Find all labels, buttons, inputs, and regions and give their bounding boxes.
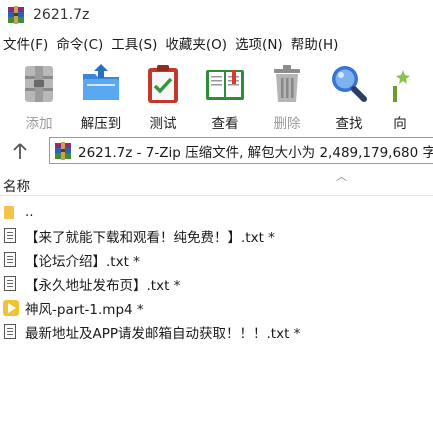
add-label: 添加 [25, 116, 53, 132]
list-item[interactable]: 【来了就能下载和观看！纯免费！】.txt * [0, 224, 433, 248]
archive-icon [54, 141, 72, 160]
menu-favorites[interactable]: 收藏夹(O) [162, 33, 232, 57]
file-name: 【来了就能下载和观看！纯免费！】.txt * [25, 230, 275, 246]
address-field[interactable]: 2621.7z - 7-Zip 压缩文件, 解包大小为 2,489,179,68… [49, 137, 433, 164]
text-file-icon [3, 275, 19, 293]
wizard-button[interactable]: 向 [380, 60, 420, 132]
window-title: 2621.7z [33, 7, 90, 23]
app-window: 2621.7z 文件(F) 命令(C) 工具(S) 收藏夹(O) 选项(N) 帮… [0, 0, 433, 439]
file-name: 【论坛介绍】.txt * [25, 254, 140, 270]
view-label: 查看 [211, 116, 239, 132]
text-file-icon [3, 251, 19, 269]
sort-caret-icon: ︿ [336, 170, 347, 183]
file-name: .. [25, 204, 34, 220]
file-name: 最新地址及APP请发邮箱自动获取！！！.txt * [25, 326, 301, 342]
name-column-header[interactable]: 名称 [3, 175, 30, 195]
toolbar: 添加 解压到 测试 查看 删除 查找 向 [0, 60, 433, 132]
menu-tools[interactable]: 工具(S) [108, 33, 162, 57]
address-row: 2621.7z - 7-Zip 压缩文件, 解包大小为 2,489,179,68… [0, 136, 433, 166]
file-list: .. 【来了就能下载和观看！纯免费！】.txt * 【论坛介绍】.txt * 【… [0, 200, 433, 344]
text-file-icon [3, 227, 19, 245]
text-file-icon [3, 323, 19, 341]
find-button[interactable]: 查找 [318, 60, 380, 132]
view-button[interactable]: 查看 [194, 60, 256, 132]
folder-icon [3, 203, 19, 221]
trash-can-icon [265, 62, 309, 106]
test-label: 测试 [149, 116, 177, 132]
list-item[interactable]: 【永久地址发布页】.txt * [0, 272, 433, 296]
menu-bar: 文件(F) 命令(C) 工具(S) 收藏夹(O) 选项(N) 帮助(H) [0, 33, 433, 57]
extract-to-button[interactable]: 解压到 [70, 60, 132, 132]
wizard-icon [385, 62, 415, 106]
address-text: 2621.7z - 7-Zip 压缩文件, 解包大小为 2,489,179,68… [78, 144, 433, 161]
list-item[interactable]: 【论坛介绍】.txt * [0, 248, 433, 272]
find-label: 查找 [335, 116, 363, 132]
extract-to-label: 解压到 [80, 116, 122, 132]
test-button[interactable]: 测试 [132, 60, 194, 132]
title-bar: 2621.7z [0, 0, 433, 30]
archive-add-icon [17, 62, 61, 106]
list-item-parent[interactable]: .. [0, 200, 433, 224]
folder-extract-icon [79, 62, 123, 106]
open-book-icon [203, 62, 247, 106]
menu-help[interactable]: 帮助(H) [288, 33, 344, 57]
magnifier-icon [327, 62, 371, 106]
wizard-label: 向 [393, 116, 407, 132]
column-header: 名称 ︿ [0, 170, 433, 196]
list-item[interactable]: 神风-part-1.mp4 * [0, 296, 433, 320]
menu-commands[interactable]: 命令(C) [53, 33, 108, 57]
add-button[interactable]: 添加 [8, 60, 70, 132]
file-name: 神风-part-1.mp4 * [25, 302, 144, 318]
file-name: 【永久地址发布页】.txt * [25, 278, 181, 294]
delete-label: 删除 [273, 116, 301, 132]
menu-file[interactable]: 文件(F) [0, 33, 53, 57]
up-arrow-icon[interactable] [0, 136, 40, 166]
clipboard-check-icon [141, 62, 185, 106]
winrar-archive-icon [7, 6, 25, 24]
menu-options[interactable]: 选项(N) [232, 33, 288, 57]
video-file-icon [3, 299, 19, 317]
list-item[interactable]: 最新地址及APP请发邮箱自动获取！！！.txt * [0, 320, 433, 344]
delete-button[interactable]: 删除 [256, 60, 318, 132]
